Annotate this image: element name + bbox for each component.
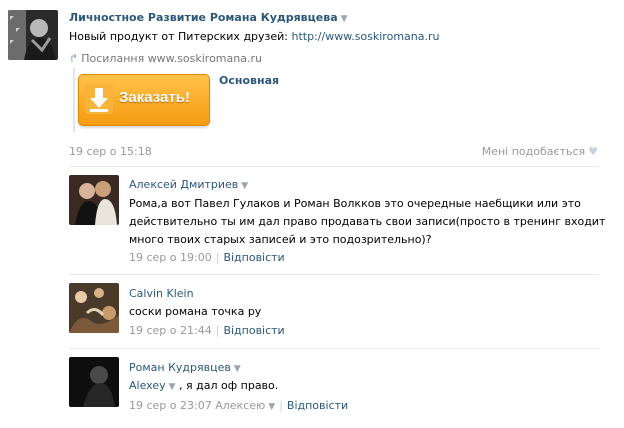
comment-text: соски романа точка ру — [129, 305, 262, 318]
avatar-photo — [69, 175, 119, 225]
comment-author-name[interactable]: Алексей Дмитриев — [129, 178, 238, 191]
post-author-label[interactable]: Личностное Развитие Романа Кудрявцева — [69, 11, 338, 24]
comment-dropdown-icon[interactable]: ▼ — [241, 181, 248, 191]
comment-avatar[interactable] — [69, 357, 119, 407]
comment-dropdown-icon[interactable]: ▼ — [234, 364, 241, 374]
comment-author-name[interactable]: Calvin Klein — [129, 287, 194, 300]
share-arrow-icon: ↱ — [69, 52, 79, 65]
comment-avatar[interactable] — [69, 283, 119, 333]
like-button[interactable]: Мені подобається ♥ — [482, 145, 598, 158]
post-date[interactable]: 19 сер о 15:18 — [69, 145, 152, 158]
share-domain[interactable]: www.soskiromana.ru — [148, 52, 262, 65]
comment-date[interactable]: 19 сер о 19:00 — [129, 251, 212, 264]
post-text-body: Новый продукт от Питерских друзей: — [69, 30, 292, 43]
comment-meta: 19 сер о 19:00 | Відповісти — [129, 251, 285, 264]
addressed-dropdown-icon[interactable]: ▼ — [268, 402, 275, 412]
comment-meta: 19 сер о 23:07 Алексею ▼ | Відповісти — [129, 399, 348, 412]
post-author-avatar[interactable] — [8, 10, 58, 60]
comment-author[interactable]: Calvin Klein — [129, 287, 194, 300]
heart-icon[interactable]: ♥ — [588, 145, 598, 158]
comment-author[interactable]: Роман Кудрявцев ▼ — [129, 361, 241, 374]
download-arrow-icon — [85, 84, 113, 114]
addressed-to[interactable]: Алексею — [215, 399, 265, 412]
comment-meta: 19 сер о 21:44 | Відповісти — [129, 324, 285, 337]
reply-link[interactable]: Відповісти — [287, 399, 348, 412]
comment-avatar[interactable] — [69, 175, 119, 225]
avatar-photo — [69, 283, 119, 333]
post-text: Новый продукт от Питерских друзей: http:… — [69, 30, 439, 43]
reply-link[interactable]: Відповісти — [223, 251, 284, 264]
attachment-border — [73, 68, 75, 132]
attachment-title[interactable]: Основная — [219, 74, 279, 87]
comment-divider — [69, 348, 599, 349]
order-button-label: Заказать! — [119, 89, 190, 106]
reply-link[interactable]: Відповісти — [223, 324, 284, 337]
avatar-photo — [8, 10, 58, 60]
comment-author-name[interactable]: Роман Кудрявцев — [129, 361, 231, 374]
comment-date[interactable]: 19 сер о 21:44 — [129, 324, 212, 337]
comment-text: Alexey ▼ , я дал оф право. — [129, 377, 609, 396]
mention-link[interactable]: Alexey — [129, 379, 166, 392]
comment-date[interactable]: 19 сер о 23:07 — [129, 399, 212, 412]
shared-link-line[interactable]: ↱ Посилання www.soskiromana.ru — [69, 52, 262, 65]
like-label[interactable]: Мені подобається — [482, 145, 585, 158]
comment-divider — [69, 274, 599, 275]
mention-dropdown-icon[interactable]: ▼ — [169, 378, 176, 396]
avatar-photo — [69, 357, 119, 407]
comment-divider — [69, 166, 599, 167]
share-label: Посилання — [81, 52, 148, 65]
order-button-image[interactable]: Заказать! — [78, 74, 210, 126]
author-dropdown-icon[interactable]: ▼ — [341, 14, 348, 24]
meta-separator: | — [215, 324, 220, 337]
meta-separator: | — [215, 251, 220, 264]
comment-text: Рома,а вот Павел Гулаков и Роман Волкков… — [129, 197, 606, 246]
comment-author[interactable]: Алексей Дмитриев ▼ — [129, 178, 248, 191]
post-author-name[interactable]: Личностное Развитие Романа Кудрявцева ▼ — [69, 11, 348, 24]
post-text-link[interactable]: http://www.soskiromana.ru — [292, 30, 440, 43]
comment-text-body: , я дал оф право. — [179, 379, 279, 392]
meta-separator: | — [279, 399, 283, 412]
